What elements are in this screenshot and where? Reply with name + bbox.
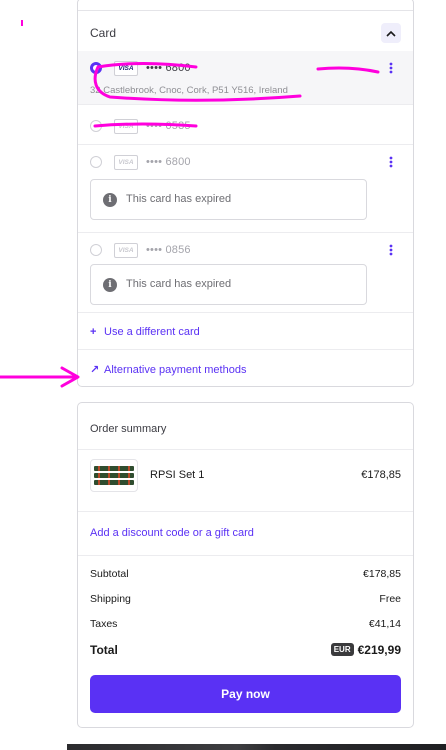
divider (78, 555, 413, 556)
collapse-button[interactable] (381, 23, 401, 43)
pay-now-button[interactable]: Pay now (90, 675, 401, 713)
info-icon: i (103, 193, 117, 207)
total-label: Total (90, 643, 118, 657)
product-name: RPSI Set 1 (150, 469, 205, 481)
total-value: €219,99 (357, 643, 401, 657)
taxes-row: Taxes €41,14 (90, 618, 401, 630)
vertical-dots-icon (389, 62, 393, 74)
alternative-payment-methods-link[interactable]: ↗ Alternative payment methods (90, 363, 246, 376)
vertical-dots-icon (389, 244, 393, 256)
visa-logo: VISA (114, 155, 138, 170)
divider (78, 104, 413, 105)
discount-code-link[interactable]: Add a discount code or a gift card (90, 527, 254, 539)
card-expired-notice: i This card has expired (90, 179, 367, 220)
card-radio-2[interactable] (90, 120, 102, 132)
product-price: €178,85 (361, 469, 401, 481)
card-radio-3[interactable] (90, 156, 102, 168)
card-masked-number: •••• 0535 (146, 120, 191, 132)
divider (78, 232, 413, 233)
order-summary-section: Order summary RPSI Set 1 €178,85 Add a d… (77, 402, 414, 728)
section-top-edge (78, 0, 413, 11)
card-radio-1[interactable] (90, 62, 102, 74)
taxes-value: €41,14 (368, 618, 401, 630)
card-section-title: Card (90, 26, 117, 40)
card-masked-number: •••• 6800 (146, 62, 191, 74)
use-different-card-link[interactable]: + Use a different card (90, 326, 200, 338)
subtotal-label: Subtotal (90, 568, 129, 580)
saved-card-row-1[interactable] (78, 51, 413, 104)
expired-message: This card has expired (126, 278, 232, 290)
visa-logo: VISA (114, 243, 138, 258)
divider (78, 312, 413, 313)
vertical-dots-icon (389, 156, 393, 168)
shipping-label: Shipping (90, 593, 131, 605)
expired-message: This card has expired (126, 193, 232, 205)
visa-logo: VISA (114, 119, 138, 134)
use-different-card-label: Use a different card (104, 326, 200, 338)
card-masked-number: •••• 0856 (146, 244, 191, 256)
card-options-button-3[interactable] (384, 153, 398, 171)
payment-card-section: Card VISA •••• 6800 32 Castlebrook, Cnoc… (77, 0, 414, 387)
annotation-mark (21, 20, 23, 26)
card-masked-number: •••• 6800 (146, 156, 191, 168)
chevron-up-icon (386, 30, 396, 37)
taxes-label: Taxes (90, 618, 118, 630)
divider (78, 349, 413, 350)
bottom-edge-strip (67, 744, 446, 750)
divider (78, 449, 413, 450)
card-radio-4[interactable] (90, 244, 102, 256)
card-billing-address: 32 Castlebrook, Cnoc, Cork, P51 Y516, Ir… (90, 85, 288, 96)
checkout-page: Card VISA •••• 6800 32 Castlebrook, Cnoc… (0, 0, 446, 750)
arrow-up-right-icon: ↗ (90, 364, 100, 376)
alternative-payment-methods-label: Alternative payment methods (104, 364, 247, 376)
plus-icon: + (90, 326, 97, 338)
visa-logo: VISA (114, 61, 138, 76)
divider (78, 144, 413, 145)
shipping-value: Free (379, 593, 401, 605)
subtotal-row: Subtotal €178,85 (90, 568, 401, 580)
card-expired-notice: i This card has expired (90, 264, 367, 305)
total-row: Total EUR €219,99 (90, 643, 401, 657)
info-icon: i (103, 278, 117, 292)
card-options-button-1[interactable] (384, 59, 398, 77)
order-summary-title: Order summary (90, 423, 167, 435)
card-options-button-4[interactable] (384, 241, 398, 259)
annotation-arrow (0, 366, 80, 388)
product-thumbnail (90, 459, 138, 492)
shipping-row: Shipping Free (90, 593, 401, 605)
currency-badge: EUR (330, 643, 354, 656)
divider (78, 511, 413, 512)
subtotal-value: €178,85 (363, 568, 401, 580)
total-amount: EUR €219,99 (330, 643, 401, 657)
